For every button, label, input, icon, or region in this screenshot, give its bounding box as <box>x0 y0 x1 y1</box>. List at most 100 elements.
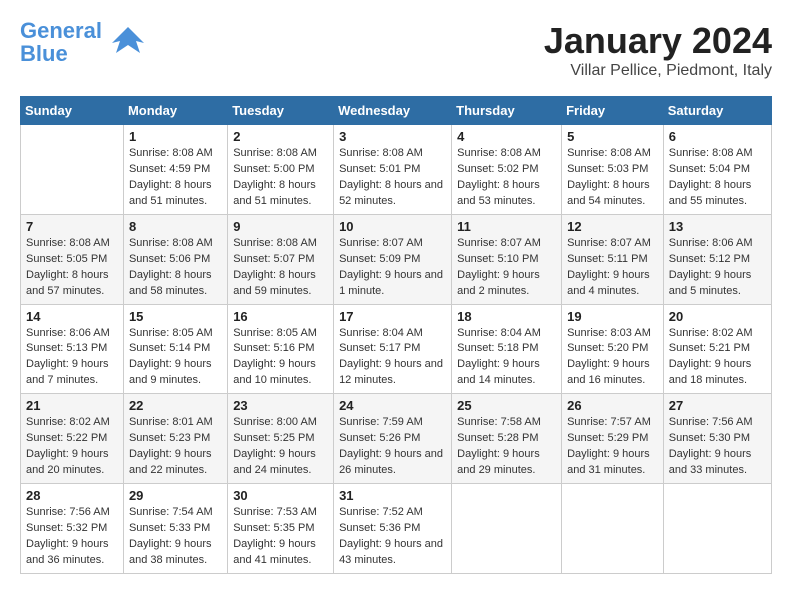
day-number: 13 <box>669 219 766 234</box>
calendar-cell: 28Sunrise: 7:56 AM Sunset: 5:32 PM Dayli… <box>21 484 124 574</box>
day-number: 5 <box>567 129 658 144</box>
day-number: 16 <box>233 309 328 324</box>
cell-sun-info: Sunrise: 7:53 AM Sunset: 5:35 PM Dayligh… <box>233 505 328 569</box>
day-number: 19 <box>567 309 658 324</box>
cell-sun-info: Sunrise: 8:01 AM Sunset: 5:23 PM Dayligh… <box>129 415 222 479</box>
day-number: 2 <box>233 129 328 144</box>
day-number: 28 <box>26 488 118 503</box>
logo: General Blue <box>20 20 146 66</box>
calendar-header-row: SundayMondayTuesdayWednesdayThursdayFrid… <box>21 97 772 125</box>
header-day-wednesday: Wednesday <box>334 97 452 125</box>
cell-sun-info: Sunrise: 7:59 AM Sunset: 5:26 PM Dayligh… <box>339 415 446 479</box>
calendar-cell: 21 Sunrise: 8:02 AM Sunset: 5:22 PM Dayli… <box>21 394 124 484</box>
header-day-saturday: Saturday <box>663 97 771 125</box>
calendar-cell: 30 Sunrise: 7:53 AM Sunset: 5:35 PM Dayli… <box>228 484 334 574</box>
cell-sun-info: Sunrise: 8:06 AM Sunset: 5:12 PM Dayligh… <box>669 236 766 300</box>
day-number: 23 <box>233 398 328 413</box>
calendar-cell: 23 Sunrise: 8:00 AM Sunset: 5:25 PM Dayli… <box>228 394 334 484</box>
cell-sun-info: Sunrise: 8:06 AM Sunset: 5:13 PM Dayligh… <box>26 326 118 390</box>
cell-sun-info: Sunrise: 8:08 AM Sunset: 5:05 PM Dayligh… <box>26 236 118 300</box>
calendar-cell: 17Sunrise: 8:04 AM Sunset: 5:17 PM Dayli… <box>334 304 452 394</box>
cell-sun-info: Sunrise: 7:58 AM Sunset: 5:28 PM Dayligh… <box>457 415 556 479</box>
calendar-cell: 22 Sunrise: 8:01 AM Sunset: 5:23 PM Dayli… <box>123 394 227 484</box>
cell-sun-info: Sunrise: 8:07 AM Sunset: 5:11 PM Dayligh… <box>567 236 658 300</box>
cell-sun-info: Sunrise: 8:08 AM Sunset: 5:04 PM Dayligh… <box>669 146 766 210</box>
cell-sun-info: Sunrise: 8:03 AM Sunset: 5:20 PM Dayligh… <box>567 326 658 390</box>
day-number: 1 <box>129 129 222 144</box>
logo-blue: Blue <box>20 41 68 66</box>
calendar-table: SundayMondayTuesdayWednesdayThursdayFrid… <box>20 96 772 574</box>
calendar-cell: 14Sunrise: 8:06 AM Sunset: 5:13 PM Dayli… <box>21 304 124 394</box>
day-number: 30 <box>233 488 328 503</box>
calendar-week-row: 7 Sunrise: 8:08 AM Sunset: 5:05 PM Daylig… <box>21 214 772 304</box>
cell-sun-info: Sunrise: 8:04 AM Sunset: 5:18 PM Dayligh… <box>457 326 556 390</box>
day-number: 29 <box>129 488 222 503</box>
calendar-cell: 24 Sunrise: 7:59 AM Sunset: 5:26 PM Dayli… <box>334 394 452 484</box>
page-subtitle: Villar Pellice, Piedmont, Italy <box>544 62 772 80</box>
calendar-week-row: 21 Sunrise: 8:02 AM Sunset: 5:22 PM Dayli… <box>21 394 772 484</box>
day-number: 6 <box>669 129 766 144</box>
cell-sun-info: Sunrise: 8:08 AM Sunset: 5:00 PM Dayligh… <box>233 146 328 210</box>
day-number: 10 <box>339 219 446 234</box>
day-number: 26 <box>567 398 658 413</box>
calendar-cell: 18 Sunrise: 8:04 AM Sunset: 5:18 PM Dayli… <box>452 304 562 394</box>
day-number: 21 <box>26 398 118 413</box>
day-number: 15 <box>129 309 222 324</box>
calendar-week-row: 14Sunrise: 8:06 AM Sunset: 5:13 PM Dayli… <box>21 304 772 394</box>
calendar-cell: 8Sunrise: 8:08 AM Sunset: 5:06 PM Daylig… <box>123 214 227 304</box>
calendar-cell: 1Sunrise: 8:08 AM Sunset: 4:59 PM Daylig… <box>123 125 227 215</box>
cell-sun-info: Sunrise: 8:05 AM Sunset: 5:14 PM Dayligh… <box>129 326 222 390</box>
calendar-week-row: 1Sunrise: 8:08 AM Sunset: 4:59 PM Daylig… <box>21 125 772 215</box>
calendar-cell: 12 Sunrise: 8:07 AM Sunset: 5:11 PM Dayli… <box>562 214 664 304</box>
calendar-cell: 11Sunrise: 8:07 AM Sunset: 5:10 PM Dayli… <box>452 214 562 304</box>
day-number: 18 <box>457 309 556 324</box>
calendar-cell: 15 Sunrise: 8:05 AM Sunset: 5:14 PM Dayli… <box>123 304 227 394</box>
header-day-sunday: Sunday <box>21 97 124 125</box>
calendar-cell: 27 Sunrise: 7:56 AM Sunset: 5:30 PM Dayli… <box>663 394 771 484</box>
day-number: 27 <box>669 398 766 413</box>
day-number: 7 <box>26 219 118 234</box>
cell-sun-info: Sunrise: 8:07 AM Sunset: 5:09 PM Dayligh… <box>339 236 446 300</box>
calendar-cell: 3Sunrise: 8:08 AM Sunset: 5:01 PM Daylig… <box>334 125 452 215</box>
cell-sun-info: Sunrise: 8:02 AM Sunset: 5:22 PM Dayligh… <box>26 415 118 479</box>
cell-sun-info: Sunrise: 7:54 AM Sunset: 5:33 PM Dayligh… <box>129 505 222 569</box>
calendar-cell: 4 Sunrise: 8:08 AM Sunset: 5:02 PM Daylig… <box>452 125 562 215</box>
calendar-cell: 2 Sunrise: 8:08 AM Sunset: 5:00 PM Daylig… <box>228 125 334 215</box>
calendar-cell: 10 Sunrise: 8:07 AM Sunset: 5:09 PM Dayli… <box>334 214 452 304</box>
day-number: 17 <box>339 309 446 324</box>
header-day-tuesday: Tuesday <box>228 97 334 125</box>
header-day-thursday: Thursday <box>452 97 562 125</box>
calendar-cell: 20Sunrise: 8:02 AM Sunset: 5:21 PM Dayli… <box>663 304 771 394</box>
calendar-cell: 19 Sunrise: 8:03 AM Sunset: 5:20 PM Dayli… <box>562 304 664 394</box>
day-number: 25 <box>457 398 556 413</box>
page-title: January 2024 <box>544 20 772 62</box>
day-number: 11 <box>457 219 556 234</box>
calendar-week-row: 28Sunrise: 7:56 AM Sunset: 5:32 PM Dayli… <box>21 484 772 574</box>
cell-sun-info: Sunrise: 8:00 AM Sunset: 5:25 PM Dayligh… <box>233 415 328 479</box>
day-number: 4 <box>457 129 556 144</box>
title-block: January 2024 Villar Pellice, Piedmont, I… <box>544 20 772 80</box>
logo-general: General <box>20 18 102 43</box>
cell-sun-info: Sunrise: 7:56 AM Sunset: 5:30 PM Dayligh… <box>669 415 766 479</box>
calendar-cell <box>562 484 664 574</box>
day-number: 3 <box>339 129 446 144</box>
logo-bird-icon <box>110 23 146 59</box>
day-number: 31 <box>339 488 446 503</box>
calendar-cell: 26Sunrise: 7:57 AM Sunset: 5:29 PM Dayli… <box>562 394 664 484</box>
header-day-monday: Monday <box>123 97 227 125</box>
cell-sun-info: Sunrise: 8:08 AM Sunset: 5:06 PM Dayligh… <box>129 236 222 300</box>
cell-sun-info: Sunrise: 8:08 AM Sunset: 5:02 PM Dayligh… <box>457 146 556 210</box>
calendar-cell <box>663 484 771 574</box>
cell-sun-info: Sunrise: 8:08 AM Sunset: 5:03 PM Dayligh… <box>567 146 658 210</box>
day-number: 12 <box>567 219 658 234</box>
cell-sun-info: Sunrise: 8:02 AM Sunset: 5:21 PM Dayligh… <box>669 326 766 390</box>
day-number: 22 <box>129 398 222 413</box>
day-number: 9 <box>233 219 328 234</box>
day-number: 24 <box>339 398 446 413</box>
cell-sun-info: Sunrise: 7:52 AM Sunset: 5:36 PM Dayligh… <box>339 505 446 569</box>
calendar-cell: 5 Sunrise: 8:08 AM Sunset: 5:03 PM Daylig… <box>562 125 664 215</box>
calendar-cell: 13 Sunrise: 8:06 AM Sunset: 5:12 PM Dayli… <box>663 214 771 304</box>
calendar-cell: 9Sunrise: 8:08 AM Sunset: 5:07 PM Daylig… <box>228 214 334 304</box>
cell-sun-info: Sunrise: 8:05 AM Sunset: 5:16 PM Dayligh… <box>233 326 328 390</box>
page-header: General Blue January 2024 Villar Pellice… <box>20 20 772 80</box>
